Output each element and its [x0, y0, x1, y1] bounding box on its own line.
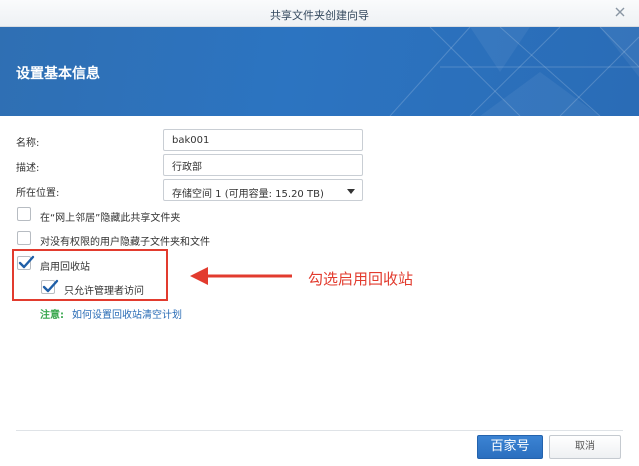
next-button[interactable]: 百家号	[477, 435, 543, 459]
annotation-arrow-icon	[190, 267, 292, 285]
hide-in-network-checkbox[interactable]	[17, 207, 31, 221]
chevron-down-icon	[347, 189, 355, 194]
name-label: 名称:	[16, 138, 40, 149]
window-titlebar: 共享文件夹创建向导	[0, 0, 639, 27]
location-label: 所在位置:	[16, 188, 60, 199]
window-title: 共享文件夹创建向导	[270, 9, 369, 22]
cancel-button[interactable]: 取消	[549, 435, 621, 459]
header-banner: 设置基本信息	[0, 27, 639, 116]
hide-subfolders-label: 对没有权限的用户隐藏子文件夹和文件	[40, 237, 210, 248]
description-label: 描述:	[16, 163, 40, 174]
note-label: 注意:	[40, 310, 64, 321]
footer-divider	[16, 430, 623, 431]
hide-in-network-label: 在“网上邻居”隐藏此共享文件夹	[40, 213, 181, 224]
annotation-highlight-box	[12, 249, 168, 301]
hide-subfolders-checkbox[interactable]	[17, 231, 31, 245]
close-icon[interactable]	[613, 5, 627, 19]
description-field[interactable]	[163, 154, 363, 176]
page-title: 设置基本信息	[16, 66, 100, 82]
recycle-bin-schedule-link[interactable]: 如何设置回收站清空计划	[72, 306, 182, 321]
annotation-text: 勾选启用回收站	[308, 270, 414, 288]
location-value: 存储空间 1 (可用容量: 15.20 TB)	[172, 189, 324, 200]
location-select[interactable]: 存储空间 1 (可用容量: 15.20 TB)	[163, 179, 363, 201]
name-field[interactable]	[163, 129, 363, 151]
